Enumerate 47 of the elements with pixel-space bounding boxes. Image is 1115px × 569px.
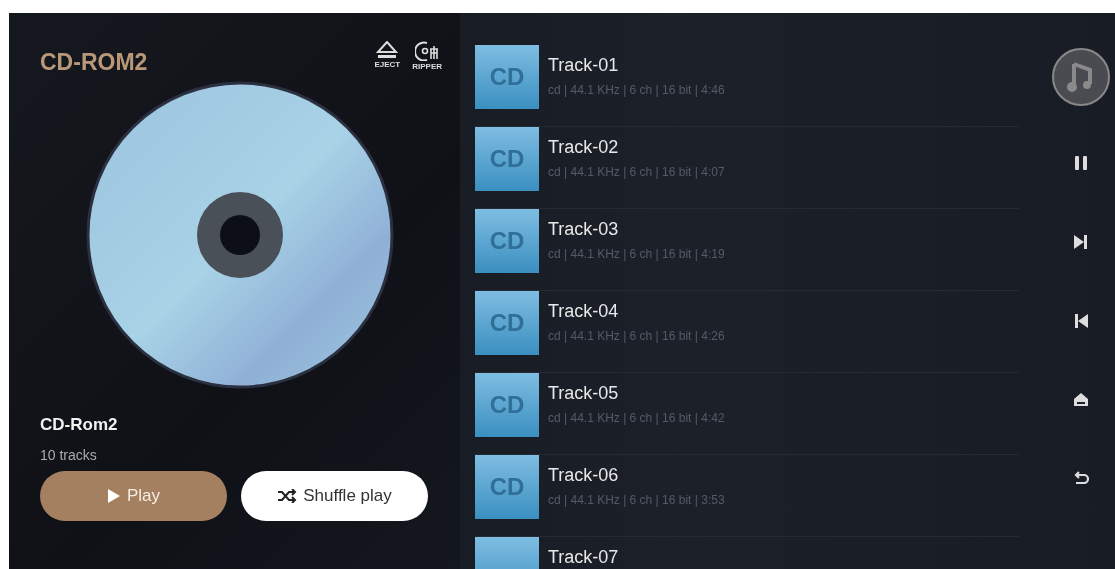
track-row[interactable]: CD Track-01 cd | 44.1 KHz | 6 ch | 16 bit | 4:46 (475, 45, 1019, 127)
music-note-avatar[interactable] (1052, 48, 1110, 106)
drive-title: CD-ROM2 (40, 49, 148, 76)
shuffle-play-button[interactable]: Shuffle play (241, 471, 428, 521)
play-icon (106, 488, 121, 504)
track-title: Track-07 (548, 547, 619, 568)
track-title: Track-02 (548, 137, 620, 158)
track-title: Track-04 (548, 301, 620, 322)
track-details: cd | 44.1 KHz | 6 ch | 16 bit | 4:26 (548, 329, 725, 343)
skip-previous-icon (1074, 314, 1088, 328)
cd-thumbnail: CD (475, 45, 539, 109)
track-row[interactable]: CD Track-04 cd | 44.1 KHz | 6 ch | 16 bit | 4:26 (475, 291, 1019, 373)
ripper-icon (415, 41, 440, 61)
pause-button[interactable] (1075, 156, 1087, 170)
track-row[interactable]: CD Track-05 cd | 44.1 KHz | 6 ch | 16 bit | 4:42 (475, 373, 1019, 455)
cd-thumbnail: CD (475, 373, 539, 437)
eject-button[interactable]: EJECT (374, 41, 401, 71)
track-details: cd | 44.1 KHz | 6 ch | 16 bit | 4:07 (548, 165, 725, 179)
track-title: Track-03 (548, 219, 620, 240)
next-button[interactable] (1074, 235, 1088, 249)
skip-next-icon (1074, 235, 1088, 249)
back-arrow-icon (1073, 471, 1089, 484)
track-row[interactable]: Track-07 (475, 537, 1019, 569)
album-name: CD-Rom2 (40, 415, 119, 435)
track-title: Track-01 (548, 55, 620, 76)
track-row[interactable]: CD Track-06 cd | 44.1 KHz | 6 ch | 16 bit | 3:53 (475, 455, 1019, 537)
track-row[interactable]: CD Track-03 cd | 44.1 KHz | 6 ch | 16 bit | 4:19 (475, 209, 1019, 291)
track-details: cd | 44.1 KHz | 6 ch | 16 bit | 4:42 (548, 411, 725, 425)
back-button[interactable] (1073, 471, 1089, 484)
eject-icon (1074, 393, 1088, 406)
eject-button[interactable] (1074, 393, 1088, 406)
track-title: Track-06 (548, 465, 620, 486)
cd-thumbnail: CD (475, 455, 539, 519)
track-details: cd | 44.1 KHz | 6 ch | 16 bit | 3:53 (548, 493, 725, 507)
eject-icon (376, 41, 399, 59)
cd-thumbnail: CD (475, 127, 539, 191)
shuffle-icon (277, 489, 298, 503)
track-count: 10 tracks (40, 447, 98, 463)
pause-icon (1075, 156, 1087, 170)
track-details: cd | 44.1 KHz | 6 ch | 16 bit | 4:19 (548, 247, 725, 261)
ripper-button[interactable]: RIPPER (412, 41, 442, 71)
track-title: Track-05 (548, 383, 620, 404)
cd-thumbnail: CD (475, 291, 539, 355)
previous-button[interactable] (1074, 314, 1088, 328)
track-row[interactable]: CD Track-02 cd | 44.1 KHz | 6 ch | 16 bit | 4:07 (475, 127, 1019, 209)
cd-thumbnail: CD (475, 209, 539, 273)
track-details: cd | 44.1 KHz | 6 ch | 16 bit | 4:46 (548, 83, 725, 97)
